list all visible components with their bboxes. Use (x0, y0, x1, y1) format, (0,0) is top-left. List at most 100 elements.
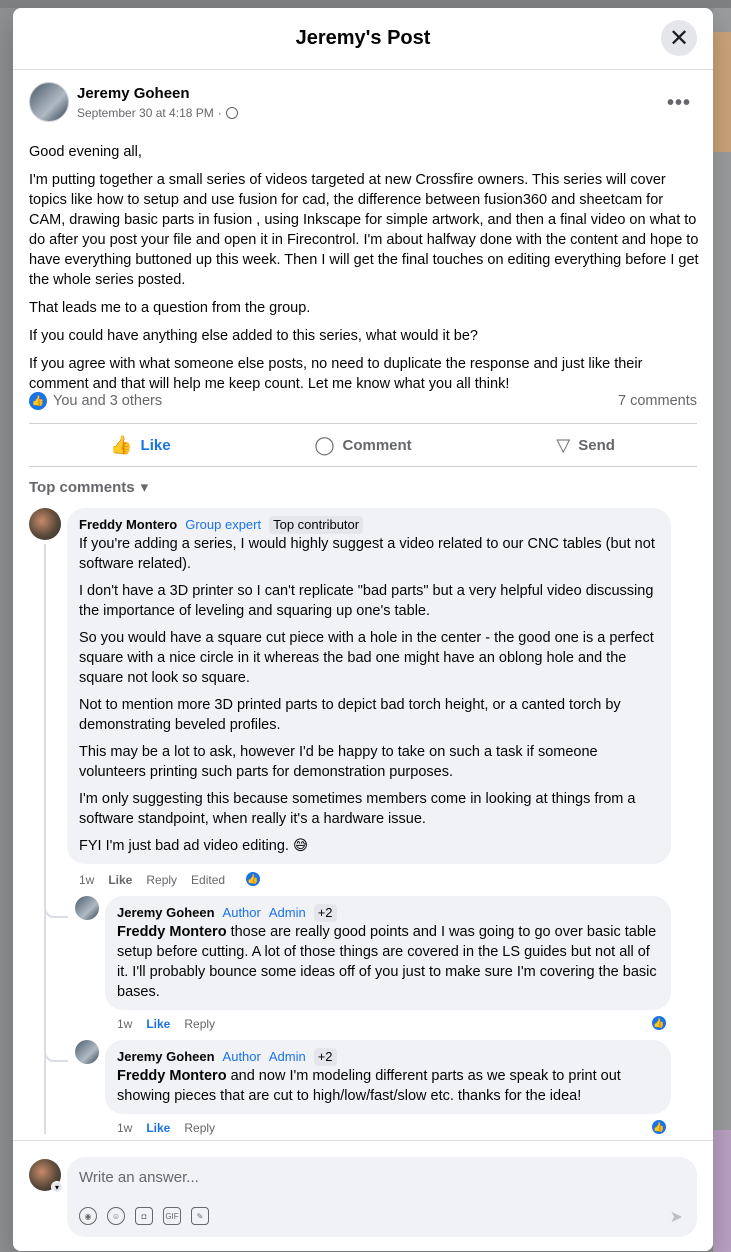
comment-actions: 1w Like Reply Edited (79, 873, 225, 887)
post-timestamp-row: September 30 at 4:18 PM · (77, 106, 238, 120)
reply-time[interactable]: 1w (117, 1017, 132, 1031)
mention-link[interactable]: Freddy Montero (117, 924, 227, 940)
post-timestamp[interactable]: September 30 at 4:18 PM (77, 106, 214, 120)
post-paragraph: Good evening all, (29, 144, 142, 160)
post-header: Jeremy Goheen September 30 at 4:18 PM · (29, 82, 238, 122)
comment-bubble-icon: ◯ (314, 434, 335, 455)
more-badges-chip[interactable]: +2 (313, 1048, 337, 1066)
admin-badge[interactable]: Admin (269, 904, 306, 922)
thread-connector (44, 904, 68, 918)
reactions-text[interactable]: You and 3 others (53, 393, 162, 409)
post-scroll-area[interactable]: Jeremy Goheen September 30 at 4:18 PM · … (13, 70, 713, 1145)
thumbs-up-icon: 👍 (110, 434, 133, 455)
commenter-avatar[interactable] (29, 508, 61, 540)
background-right-strip (713, 8, 731, 1252)
comment-paragraph: This may be a lot to ask, however I'd be… (79, 744, 598, 780)
comment-composer: ▾ ◉ ☺ ◘ GIF ✎ ➤ (13, 1140, 713, 1251)
send-button[interactable]: ▽ Send (474, 424, 697, 466)
chevron-down-icon[interactable]: ▾ (51, 1181, 63, 1193)
close-button[interactable]: ✕ (661, 20, 697, 56)
reply-reply-button[interactable]: Reply (184, 1121, 215, 1135)
send-icon: ▽ (556, 434, 571, 455)
reply-item: Jeremy Goheen Author Admin +2 Freddy Mon… (75, 1040, 673, 1114)
reply-bubble: Jeremy Goheen Author Admin +2 Freddy Mon… (105, 1040, 671, 1114)
comment-like-reaction-icon[interactable]: 👍 (244, 870, 262, 888)
close-icon: ✕ (668, 24, 690, 52)
like-label: Like (140, 436, 171, 454)
reply-like-reaction-icon[interactable]: 👍 (650, 1118, 668, 1136)
thread-connector (44, 1048, 68, 1062)
post-paragraph: If you could have anything else added to… (29, 328, 478, 344)
author-badge[interactable]: Author (223, 1048, 261, 1066)
comment-bubble: Freddy Montero Group expert Top contribu… (67, 508, 671, 864)
sticker-icon[interactable]: ✎ (191, 1207, 209, 1225)
composer-toolbar: ◉ ☺ ◘ GIF ✎ (79, 1207, 209, 1225)
comment-edited-label[interactable]: Edited (191, 873, 225, 887)
admin-badge[interactable]: Admin (269, 1048, 306, 1066)
more-badges-chip[interactable]: +2 (313, 904, 337, 922)
dialog-header: Jeremy's Post ✕ (13, 8, 713, 70)
meta-separator: · (217, 105, 222, 120)
reply-item: Jeremy Goheen Author Admin +2 Freddy Mon… (75, 896, 673, 1010)
comment-time[interactable]: 1w (79, 873, 94, 887)
commenter-name[interactable]: Freddy Montero (79, 516, 177, 534)
comment-sort-dropdown[interactable]: Top comments ▾ (29, 478, 149, 497)
reply-like-reaction-icon[interactable]: 👍 (650, 1014, 668, 1032)
more-options-icon[interactable]: ••• (667, 92, 691, 115)
audience-globe-icon (225, 106, 238, 119)
comment-label: Comment (342, 436, 412, 454)
reactions-count[interactable]: 👍 You and 3 others (29, 392, 162, 410)
sort-label: Top comments (29, 478, 135, 496)
group-expert-badge[interactable]: Group expert (185, 516, 261, 534)
avatar-sticker-icon[interactable]: ◉ (79, 1207, 97, 1225)
author-avatar[interactable] (29, 82, 69, 122)
send-label: Send (578, 436, 615, 454)
reply-actions: 1w Like Reply (117, 1017, 215, 1031)
post-action-bar: 👍 Like ◯ Comment ▽ Send (29, 423, 697, 467)
camera-icon[interactable]: ◘ (135, 1207, 153, 1225)
comment-paragraph: I don't have a 3D printer so I can't rep… (79, 583, 654, 619)
answer-input[interactable] (79, 1165, 679, 1189)
reply-reply-button[interactable]: Reply (184, 1017, 215, 1031)
like-button[interactable]: 👍 Like (29, 424, 252, 466)
post-dialog: Jeremy's Post ✕ Jeremy Goheen September … (13, 8, 713, 1251)
reply-header: Jeremy Goheen Author Admin +2 (117, 1048, 659, 1066)
comment-paragraph: FYI I'm just bad ad video editing. 😅 (79, 838, 309, 854)
top-contributor-badge[interactable]: Top contributor (269, 516, 364, 534)
send-comment-icon[interactable]: ➤ (670, 1207, 683, 1227)
dialog-title: Jeremy's Post (295, 27, 431, 49)
comment-paragraph: I'm only suggesting this because sometim… (79, 791, 636, 827)
post-paragraph: I'm putting together a small series of v… (29, 172, 699, 288)
background-photo (713, 1130, 731, 1252)
reply-author-name[interactable]: Jeremy Goheen (117, 1048, 215, 1066)
reply-author-avatar[interactable] (75, 896, 99, 920)
post-paragraph: That leads me to a question from the gro… (29, 300, 311, 316)
like-reaction-icon: 👍 (29, 392, 47, 410)
post-text: Good evening all, I'm putting together a… (29, 142, 701, 402)
post-author-name[interactable]: Jeremy Goheen (77, 85, 238, 102)
reply-author-name[interactable]: Jeremy Goheen (117, 904, 215, 922)
gif-icon[interactable]: GIF (163, 1207, 181, 1225)
comment-paragraph: So you would have a square cut piece wit… (79, 630, 654, 686)
emoji-icon[interactable]: ☺ (107, 1207, 125, 1225)
author-badge[interactable]: Author (223, 904, 261, 922)
reply-time[interactable]: 1w (117, 1121, 132, 1135)
reply-text: Freddy Montero those are really good poi… (117, 922, 659, 1002)
comment-reply-button[interactable]: Reply (146, 873, 177, 887)
comment-item: Freddy Montero Group expert Top contribu… (29, 508, 673, 864)
comment-button[interactable]: ◯ Comment (252, 424, 475, 466)
comment-text: If you're adding a series, I would highl… (79, 534, 659, 856)
reply-like-button[interactable]: Like (146, 1121, 170, 1135)
comment-like-button[interactable]: Like (108, 873, 132, 887)
chevron-down-icon: ▾ (140, 479, 149, 496)
comment-header: Freddy Montero Group expert Top contribu… (79, 516, 659, 534)
reactions-summary: 👍 You and 3 others 7 comments (29, 392, 697, 410)
mention-link[interactable]: Freddy Montero (117, 1068, 227, 1084)
comments-count[interactable]: 7 comments (618, 393, 697, 409)
reply-header: Jeremy Goheen Author Admin +2 (117, 904, 659, 922)
reply-author-avatar[interactable] (75, 1040, 99, 1064)
reply-text: Freddy Montero and now I'm modeling diff… (117, 1066, 659, 1106)
reply-like-button[interactable]: Like (146, 1017, 170, 1031)
comment-paragraph: Not to mention more 3D printed parts to … (79, 697, 621, 733)
composer-box: ◉ ☺ ◘ GIF ✎ ➤ (67, 1157, 697, 1237)
